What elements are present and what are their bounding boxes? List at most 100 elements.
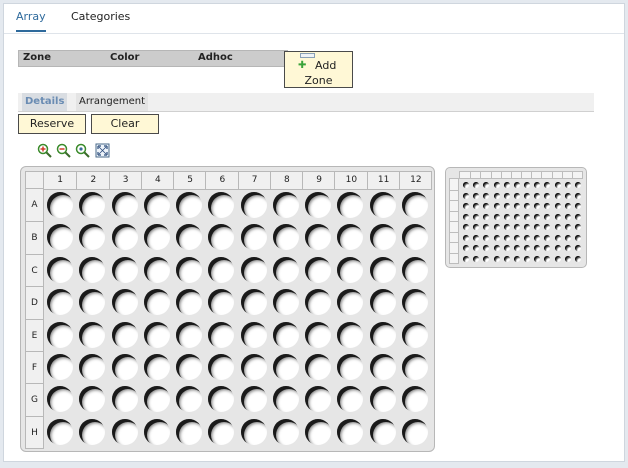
well[interactable]: [208, 256, 235, 283]
well[interactable]: [272, 321, 299, 348]
zoom-actual-icon[interactable]: [75, 143, 90, 158]
well[interactable]: [176, 224, 202, 251]
well[interactable]: [240, 224, 267, 251]
well[interactable]: [111, 256, 138, 283]
well[interactable]: [143, 386, 170, 413]
well[interactable]: [79, 386, 106, 413]
column-label[interactable]: 8: [269, 172, 303, 189]
well[interactable]: [47, 386, 73, 413]
well[interactable]: [79, 289, 106, 316]
well[interactable]: [305, 354, 331, 380]
well[interactable]: [305, 224, 331, 251]
well[interactable]: [401, 418, 428, 445]
well[interactable]: [208, 224, 235, 251]
row-label[interactable]: G: [26, 383, 43, 416]
well[interactable]: [401, 321, 428, 348]
plate-minimap[interactable]: [445, 167, 587, 268]
well[interactable]: [401, 224, 428, 251]
well[interactable]: [208, 321, 235, 348]
well[interactable]: [305, 289, 331, 316]
row-label[interactable]: A: [26, 189, 43, 221]
well[interactable]: [111, 224, 138, 251]
well[interactable]: [176, 192, 202, 218]
well[interactable]: [47, 192, 73, 218]
column-label[interactable]: 6: [205, 172, 238, 189]
well[interactable]: [272, 418, 299, 445]
well[interactable]: [143, 418, 170, 445]
row-label[interactable]: F: [26, 351, 43, 384]
well[interactable]: [369, 418, 396, 445]
well[interactable]: [305, 386, 331, 413]
row-label[interactable]: C: [26, 253, 43, 287]
well[interactable]: [305, 256, 331, 283]
well[interactable]: [143, 321, 170, 348]
well[interactable]: [240, 386, 267, 413]
well[interactable]: [47, 354, 73, 380]
reserve-button[interactable]: Reserve: [18, 114, 86, 134]
well[interactable]: [272, 386, 299, 413]
well[interactable]: [79, 224, 106, 251]
well[interactable]: [240, 321, 267, 348]
well[interactable]: [369, 289, 396, 316]
well[interactable]: [369, 256, 396, 283]
well[interactable]: [79, 418, 106, 445]
column-label[interactable]: 9: [302, 172, 335, 189]
well[interactable]: [240, 354, 267, 380]
well[interactable]: [208, 289, 235, 316]
column-label[interactable]: 7: [237, 172, 271, 189]
well[interactable]: [111, 192, 138, 218]
well[interactable]: [111, 418, 138, 445]
well[interactable]: [143, 354, 170, 380]
column-label[interactable]: 5: [173, 172, 206, 189]
tab-arrangement[interactable]: Arrangement: [76, 93, 149, 111]
tab-categories[interactable]: Categories: [71, 10, 130, 23]
well[interactable]: [401, 256, 428, 283]
clear-button[interactable]: Clear: [91, 114, 159, 134]
well[interactable]: [143, 224, 170, 251]
well[interactable]: [47, 256, 73, 283]
well[interactable]: [111, 289, 138, 316]
zoom-in-icon[interactable]: [37, 143, 52, 158]
well[interactable]: [337, 321, 364, 348]
well[interactable]: [305, 192, 331, 218]
well[interactable]: [176, 289, 202, 316]
well[interactable]: [208, 354, 235, 380]
well[interactable]: [337, 418, 364, 445]
well[interactable]: [208, 386, 235, 413]
well[interactable]: [79, 321, 106, 348]
column-label[interactable]: 1: [44, 172, 76, 189]
well[interactable]: [47, 418, 73, 445]
well[interactable]: [401, 192, 428, 218]
well[interactable]: [401, 354, 428, 380]
well[interactable]: [176, 354, 202, 380]
well[interactable]: [143, 256, 170, 283]
well[interactable]: [143, 289, 170, 316]
well[interactable]: [176, 321, 202, 348]
well[interactable]: [47, 289, 73, 316]
add-zone-button[interactable]: ✚ Add Zone: [284, 51, 353, 88]
well[interactable]: [272, 354, 299, 380]
well[interactable]: [176, 256, 202, 283]
well[interactable]: [337, 354, 364, 380]
well[interactable]: [240, 192, 267, 218]
well[interactable]: [272, 256, 299, 283]
column-label[interactable]: 11: [366, 172, 400, 189]
well[interactable]: [305, 321, 331, 348]
well[interactable]: [369, 321, 396, 348]
well[interactable]: [47, 321, 73, 348]
well[interactable]: [111, 386, 138, 413]
zoom-out-icon[interactable]: [56, 143, 71, 158]
row-label[interactable]: B: [26, 221, 43, 254]
well[interactable]: [401, 386, 428, 413]
well[interactable]: [79, 192, 106, 218]
well[interactable]: [369, 386, 396, 413]
well[interactable]: [337, 192, 364, 218]
well[interactable]: [369, 354, 396, 380]
column-label[interactable]: 2: [76, 172, 109, 189]
well[interactable]: [79, 256, 106, 283]
column-label[interactable]: 4: [140, 172, 174, 189]
well[interactable]: [401, 289, 428, 316]
tab-details[interactable]: Details: [22, 93, 68, 111]
well[interactable]: [208, 418, 235, 445]
column-label[interactable]: 12: [398, 172, 432, 189]
